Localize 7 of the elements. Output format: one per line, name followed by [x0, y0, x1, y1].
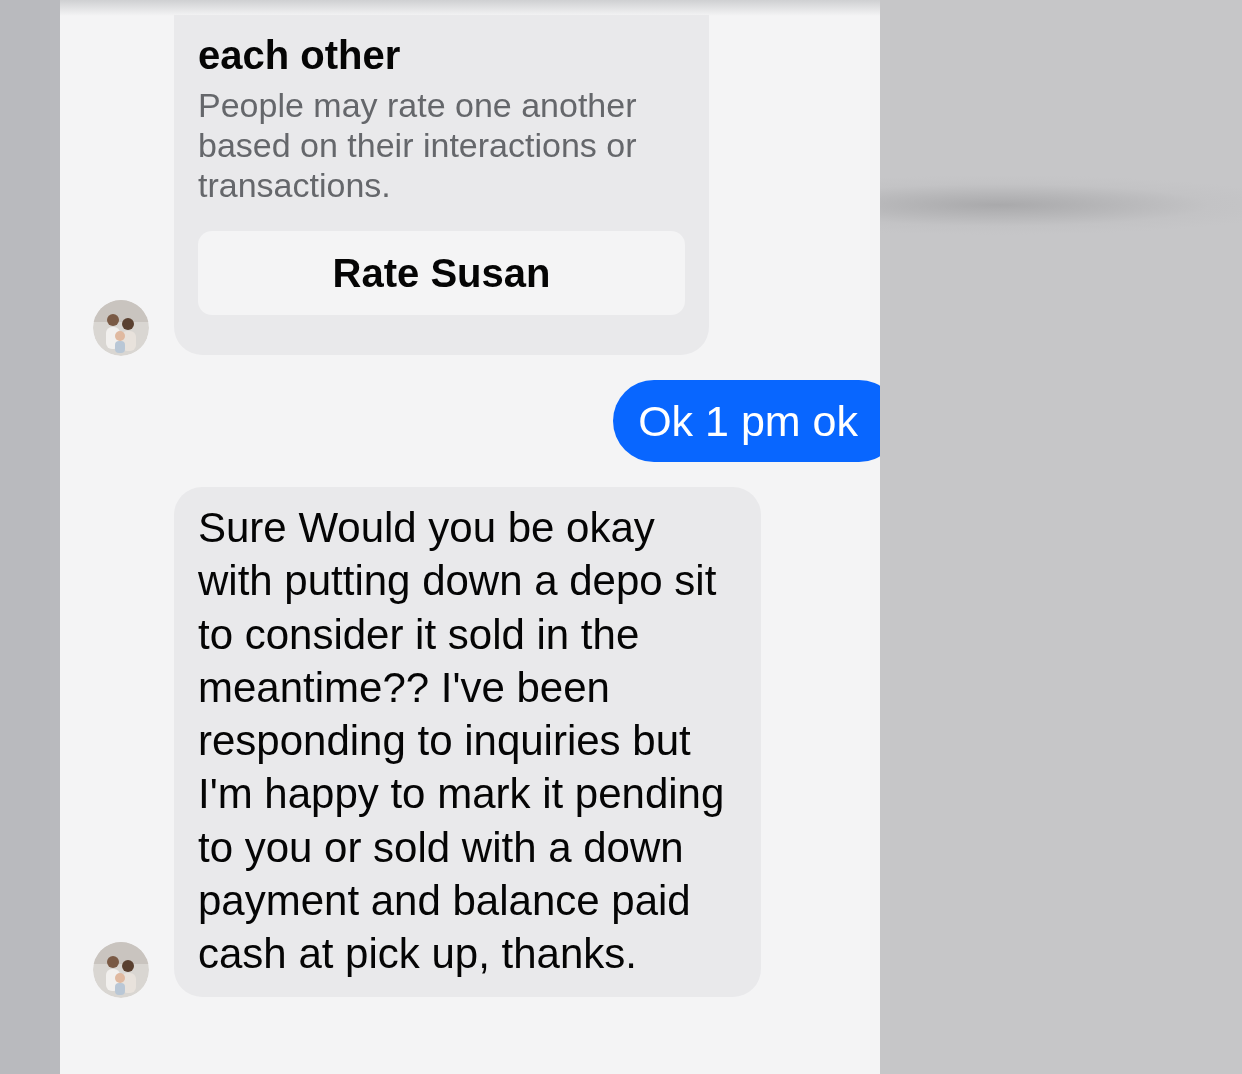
card-title: each other [198, 35, 402, 75]
message-bubble: Ok 1 pm ok [613, 380, 880, 462]
avatar [93, 941, 149, 998]
message-bubble: Sure Would you be okay with putting down a depo sit to consider it sold in the meantime?? I've been responding to inquiries but I'm happy to mark it pending to you or sold with a down payment and balance paid cash at pick up, thanks. [174, 487, 761, 997]
avatar [93, 300, 149, 356]
card-description: People may rate one another based on their interactions or transactions. [198, 85, 638, 205]
rate-button[interactable]: Rate Susan [198, 231, 685, 315]
